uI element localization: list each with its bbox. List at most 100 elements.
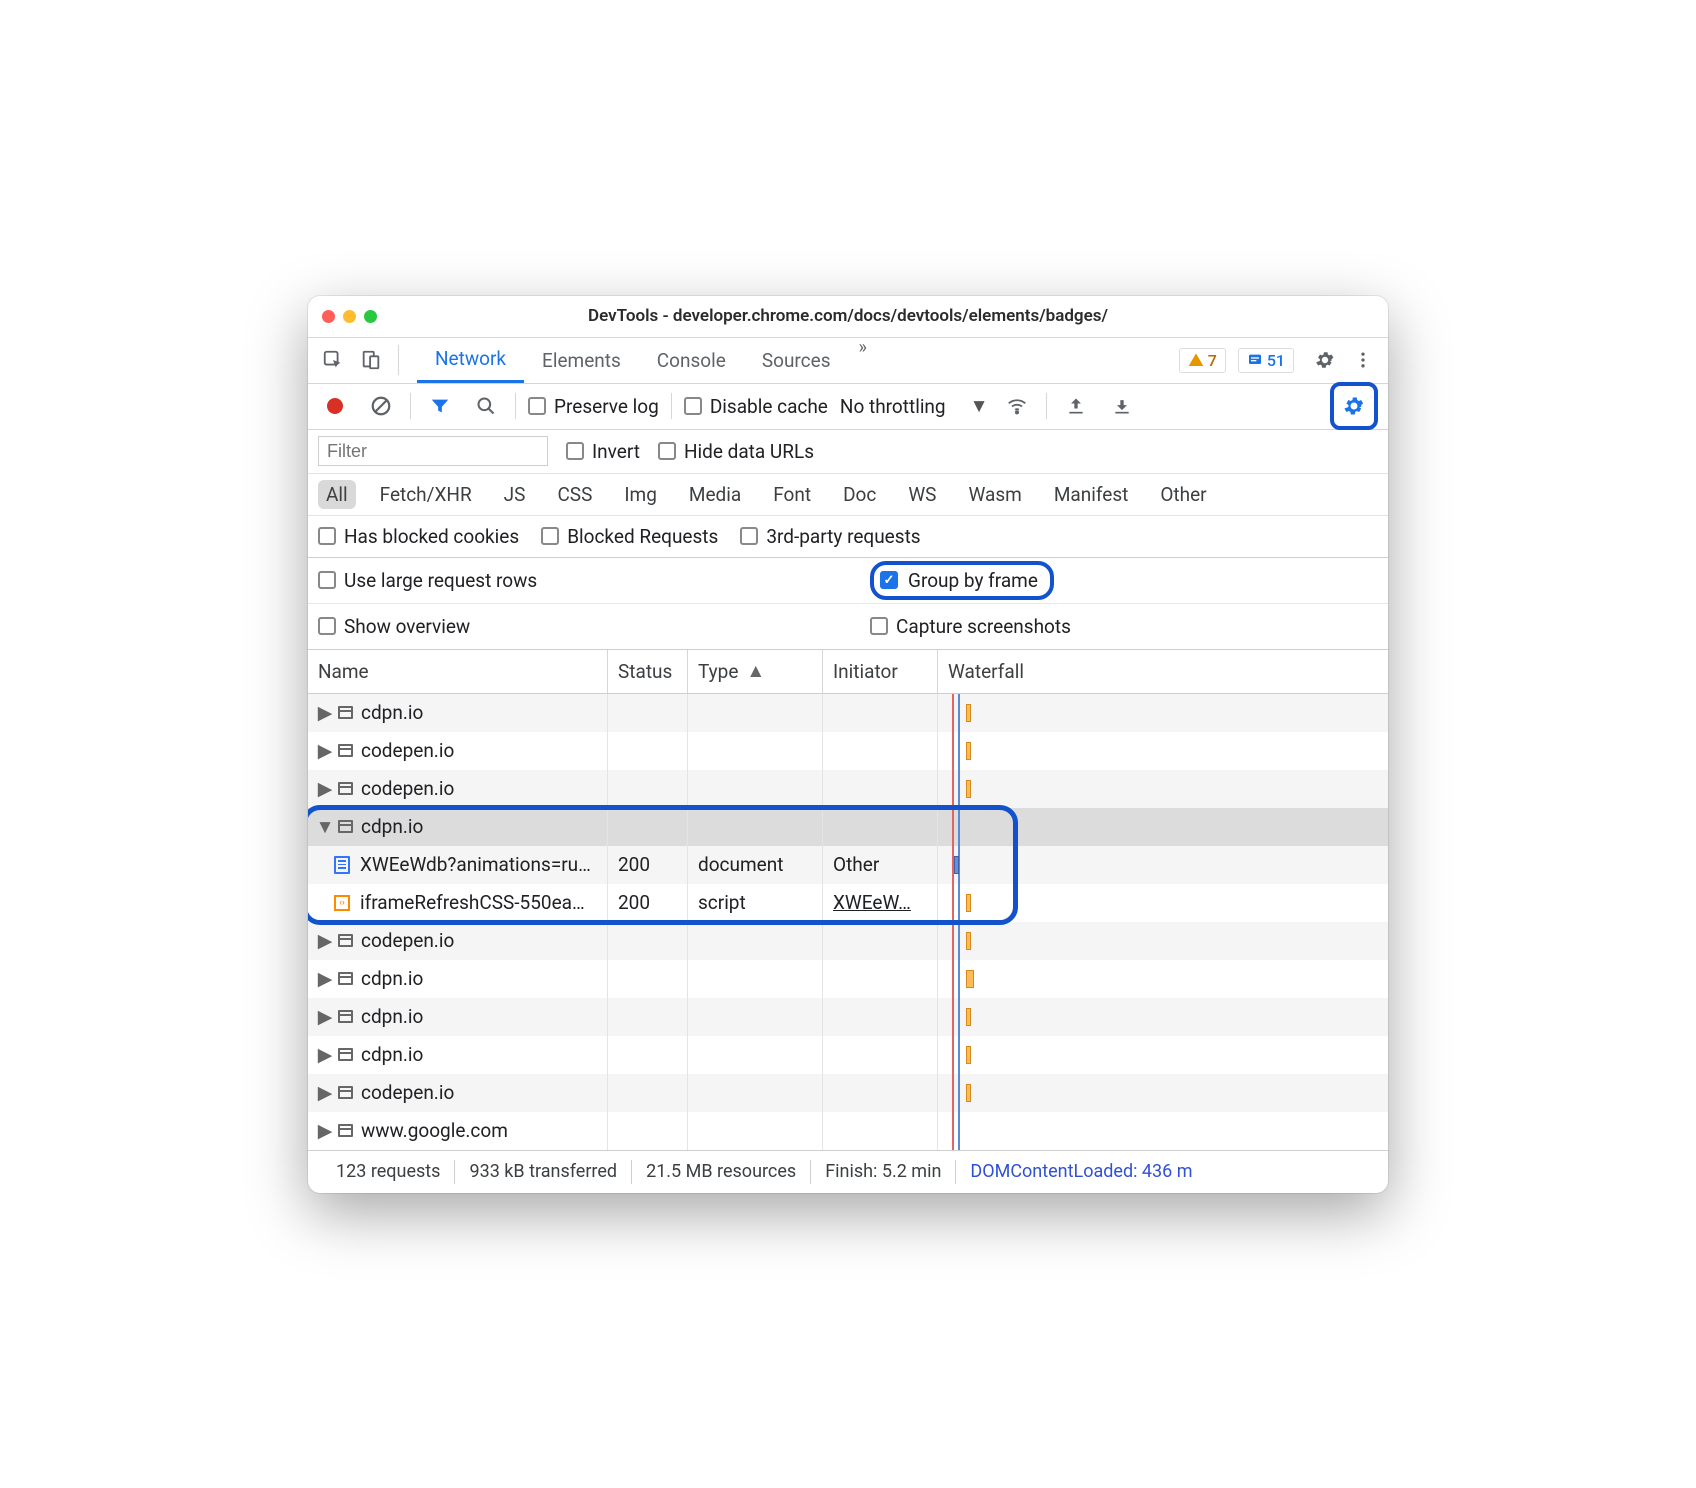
filter-icon[interactable] bbox=[423, 389, 457, 423]
column-initiator[interactable]: Initiator bbox=[823, 650, 938, 693]
type-chip-ws[interactable]: WS bbox=[900, 480, 944, 509]
row-name-label: cdpn.io bbox=[361, 1005, 423, 1028]
blocked-cookies-option[interactable]: Has blocked cookies bbox=[318, 525, 519, 548]
large-rows-option[interactable]: Use large request rows bbox=[318, 569, 848, 592]
column-name[interactable]: Name bbox=[308, 650, 608, 693]
row-type bbox=[688, 732, 823, 770]
frame-group-row[interactable]: ▼cdpn.io bbox=[308, 808, 1388, 846]
column-status[interactable]: Status bbox=[608, 650, 688, 693]
large-rows-checkbox[interactable] bbox=[318, 571, 336, 589]
record-button[interactable] bbox=[318, 389, 352, 423]
request-row[interactable]: ‹›iframeRefreshCSS-550ea…200scriptXWEeW… bbox=[308, 884, 1388, 922]
disclosure-triangle-icon[interactable]: ▶ bbox=[318, 1119, 332, 1142]
network-conditions-icon[interactable] bbox=[1000, 389, 1034, 423]
group-by-frame-checkbox[interactable]: ✓ bbox=[880, 571, 898, 589]
disclosure-triangle-icon[interactable]: ▶ bbox=[318, 1043, 332, 1066]
row-name-label: codepen.io bbox=[361, 929, 454, 952]
show-overview-checkbox[interactable] bbox=[318, 617, 336, 635]
invert-option[interactable]: Invert bbox=[566, 440, 640, 463]
frame-group-row[interactable]: ▶ codepen.io bbox=[308, 922, 1388, 960]
frame-group-row[interactable]: ▶ cdpn.io bbox=[308, 694, 1388, 732]
hide-data-urls-option[interactable]: Hide data URLs bbox=[658, 440, 814, 463]
blocked-requests-checkbox[interactable] bbox=[541, 527, 559, 545]
disclosure-triangle-icon[interactable]: ▶ bbox=[318, 777, 332, 800]
blocked-requests-option[interactable]: Blocked Requests bbox=[541, 525, 718, 548]
disclosure-triangle-icon[interactable]: ▶ bbox=[318, 967, 332, 990]
row-name-label: codepen.io bbox=[361, 777, 454, 800]
disclosure-triangle-icon[interactable]: ▶ bbox=[318, 739, 332, 762]
type-chip-img[interactable]: Img bbox=[616, 480, 665, 509]
capture-screenshots-option[interactable]: Capture screenshots bbox=[870, 615, 1388, 638]
more-tabs-button[interactable]: » bbox=[849, 337, 877, 383]
kebab-menu-icon[interactable] bbox=[1346, 343, 1380, 377]
column-type[interactable]: Type ▲ bbox=[688, 650, 823, 693]
disable-cache-checkbox[interactable] bbox=[684, 397, 702, 415]
messages-badge[interactable]: 51 bbox=[1238, 348, 1294, 373]
inspect-element-icon[interactable] bbox=[316, 343, 350, 377]
disclosure-triangle-icon[interactable]: ▶ bbox=[318, 929, 332, 952]
request-row[interactable]: XWEeWdb?animations=ru…200documentOther bbox=[308, 846, 1388, 884]
type-chip-fetchxhr[interactable]: Fetch/XHR bbox=[372, 480, 480, 509]
tab-network[interactable]: Network bbox=[417, 337, 524, 383]
row-initiator[interactable]: XWEeW… bbox=[823, 884, 938, 922]
frame-group-row[interactable]: ▶codepen.io bbox=[308, 732, 1388, 770]
type-chip-all[interactable]: All bbox=[318, 480, 356, 509]
hide-data-urls-checkbox[interactable] bbox=[658, 442, 676, 460]
frame-group-row[interactable]: ▶www.google.com bbox=[308, 1112, 1388, 1150]
type-chip-css[interactable]: CSS bbox=[549, 480, 600, 509]
type-chip-font[interactable]: Font bbox=[765, 480, 819, 509]
capture-screenshots-checkbox[interactable] bbox=[870, 617, 888, 635]
row-type bbox=[688, 808, 823, 846]
tab-sources[interactable]: Sources bbox=[744, 337, 849, 383]
type-chip-doc[interactable]: Doc bbox=[835, 480, 884, 509]
throttling-select[interactable]: No throttling ▼ bbox=[840, 394, 989, 418]
close-window-button[interactable] bbox=[322, 310, 335, 323]
zoom-window-button[interactable] bbox=[364, 310, 377, 323]
disable-cache-option[interactable]: Disable cache bbox=[684, 395, 828, 418]
row-waterfall bbox=[938, 694, 1388, 732]
group-by-frame-label: Group by frame bbox=[908, 569, 1038, 592]
frame-group-row[interactable]: ▶codepen.io bbox=[308, 1074, 1388, 1112]
search-icon[interactable] bbox=[469, 389, 503, 423]
disclosure-triangle-icon[interactable]: ▶ bbox=[318, 701, 332, 724]
invert-checkbox[interactable] bbox=[566, 442, 584, 460]
filter-input[interactable] bbox=[318, 436, 548, 466]
divider bbox=[1046, 393, 1047, 419]
row-name-label: cdpn.io bbox=[361, 701, 423, 724]
frame-group-row[interactable]: ▶cdpn.io bbox=[308, 1036, 1388, 1074]
download-har-icon[interactable] bbox=[1105, 389, 1139, 423]
third-party-checkbox[interactable] bbox=[740, 527, 758, 545]
row-status bbox=[608, 694, 688, 732]
frame-group-row[interactable]: ▶cdpn.io bbox=[308, 960, 1388, 998]
preserve-log-option[interactable]: Preserve log bbox=[528, 395, 659, 418]
warnings-badge[interactable]: 7 bbox=[1179, 348, 1226, 373]
tab-elements[interactable]: Elements bbox=[524, 337, 639, 383]
type-chip-js[interactable]: JS bbox=[496, 480, 534, 509]
device-toolbar-icon[interactable] bbox=[354, 343, 388, 377]
frame-group-row[interactable]: ▶ cdpn.io bbox=[308, 998, 1388, 1036]
frame-group-row[interactable]: ▶ codepen.io bbox=[308, 770, 1388, 808]
disclosure-triangle-icon[interactable]: ▼ bbox=[318, 815, 332, 839]
column-waterfall[interactable]: Waterfall bbox=[938, 650, 1388, 693]
type-chip-manifest[interactable]: Manifest bbox=[1046, 480, 1137, 509]
show-overview-option[interactable]: Show overview bbox=[318, 615, 848, 638]
settings-icon[interactable] bbox=[1308, 343, 1342, 377]
minimize-window-button[interactable] bbox=[343, 310, 356, 323]
status-transferred: 933 kB transferred bbox=[455, 1161, 631, 1182]
disclosure-triangle-icon[interactable]: ▶ bbox=[318, 1081, 332, 1104]
divider bbox=[671, 393, 672, 419]
divider bbox=[515, 393, 516, 419]
network-settings-icon[interactable] bbox=[1337, 389, 1371, 423]
disclosure-triangle-icon[interactable]: ▶ bbox=[318, 1005, 332, 1028]
blocked-cookies-checkbox[interactable] bbox=[318, 527, 336, 545]
row-status bbox=[608, 732, 688, 770]
row-initiator bbox=[823, 1036, 938, 1074]
third-party-option[interactable]: 3rd-party requests bbox=[740, 525, 920, 548]
upload-har-icon[interactable] bbox=[1059, 389, 1093, 423]
clear-icon[interactable] bbox=[364, 389, 398, 423]
tab-console[interactable]: Console bbox=[639, 337, 744, 383]
preserve-log-checkbox[interactable] bbox=[528, 397, 546, 415]
type-chip-other[interactable]: Other bbox=[1152, 480, 1214, 509]
type-chip-wasm[interactable]: Wasm bbox=[960, 480, 1029, 509]
type-chip-media[interactable]: Media bbox=[681, 480, 749, 509]
